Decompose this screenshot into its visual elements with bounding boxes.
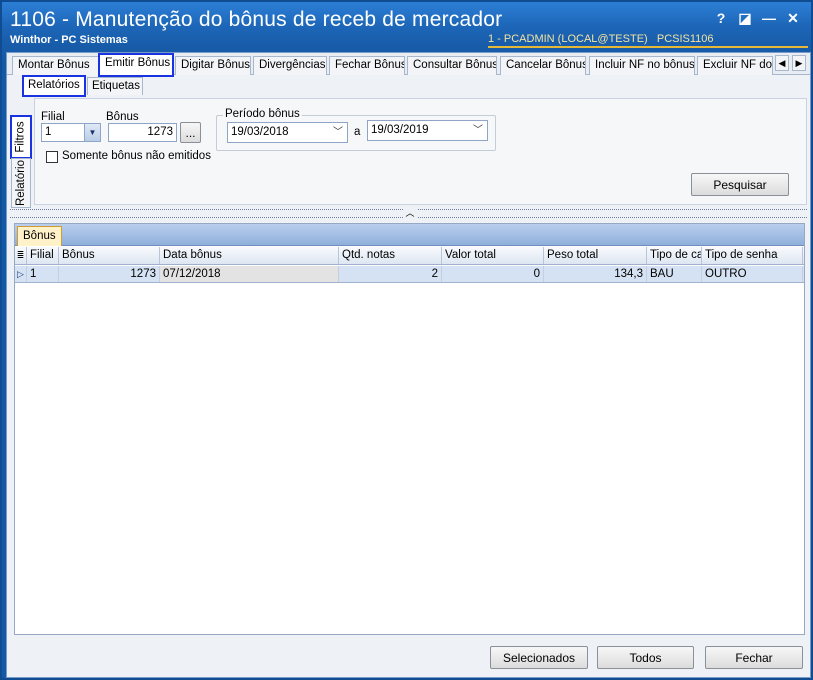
panel-splitter[interactable]: ︿ — [10, 208, 807, 218]
tab-emitir-bonus[interactable]: Emitir Bônus — [98, 53, 174, 77]
pesquisar-button[interactable]: Pesquisar — [691, 173, 789, 196]
cell-filial: 1 — [27, 266, 59, 282]
tab-divergencias[interactable]: Divergências — [253, 56, 327, 75]
date-from-value: 19/03/2018 — [231, 126, 289, 138]
date-from-input[interactable]: 19/03/2018 ﹀ — [227, 122, 348, 143]
vtab-filtros[interactable]: Filtros — [10, 115, 32, 159]
grid-header: ≣ Filial Bônus Data bônus Qtd. notas Val… — [15, 247, 804, 265]
filial-value: 1 — [45, 126, 52, 138]
col-filial[interactable]: Filial — [27, 247, 59, 264]
col-bonus[interactable]: Bônus — [59, 247, 160, 264]
cell-peso-total: 134,3 — [544, 266, 647, 282]
col-peso-total[interactable]: Peso total — [544, 247, 647, 264]
vtab-filtros-label: Filtros — [15, 121, 27, 153]
window-controls: ? ◪ — ✕ — [709, 8, 805, 28]
tab-scroll-left-icon[interactable]: ◀ — [775, 55, 789, 71]
date-separator: a — [354, 126, 361, 138]
tab-incluir-nf[interactable]: Incluir NF no bônus — [589, 56, 695, 75]
restore-button[interactable]: ◪ — [733, 8, 757, 28]
fechar-button[interactable]: Fechar — [705, 646, 803, 669]
app-window: 1106 - Manutenção do bônus de receb de m… — [0, 0, 813, 680]
vtab-relatorio-label: Relatório — [15, 159, 27, 207]
col-data-bonus[interactable]: Data bônus — [160, 247, 339, 264]
grid-tab-bonus[interactable]: Bônus — [17, 226, 62, 246]
program-code: PCSIS1106 — [656, 33, 714, 45]
window-title: 1106 - Manutenção do bônus de receb de m… — [10, 8, 503, 31]
chevron-down-icon[interactable]: ﹀ — [473, 121, 483, 140]
tab-consultar-bonus[interactable]: Consultar Bônus — [407, 56, 497, 75]
col-tipo-carga[interactable]: Tipo de ca — [647, 247, 702, 264]
tab-fechar-bonus[interactable]: Fechar Bônus — [329, 56, 405, 75]
col-tipo-senha[interactable]: Tipo de senha — [702, 247, 803, 264]
tab-cancelar-bonus[interactable]: Cancelar Bônus — [500, 56, 586, 75]
cell-bonus: 1273 — [59, 266, 160, 282]
cell-data-bonus: 07/12/2018 — [160, 266, 339, 282]
tab-scroll-right-icon[interactable]: ▶ — [792, 55, 806, 71]
filial-label: Filial — [41, 111, 65, 123]
filter-panel: Filial 1 ▼ Bônus 1273 ... Período bônus … — [34, 98, 807, 205]
window-subtitle: Winthor - PC Sistemas — [10, 34, 128, 46]
cell-qtd-notas: 2 — [339, 266, 442, 282]
close-button[interactable]: ✕ — [781, 8, 805, 28]
bonus-label: Bônus — [106, 111, 139, 123]
title-bar[interactable]: 1106 - Manutenção do bônus de receb de m… — [2, 2, 811, 50]
row-selector-icon[interactable]: ≣ — [15, 247, 27, 264]
date-to-input[interactable]: 19/03/2019 ﹀ — [367, 120, 488, 141]
client-area: Montar Bônus Emitir Bônus Digitar Bônus … — [6, 52, 811, 678]
somente-nao-emitidos-label: Somente bônus não emitidos — [62, 150, 211, 162]
somente-nao-emitidos-checkbox[interactable] — [46, 151, 58, 163]
bonus-lookup-button[interactable]: ... — [180, 122, 201, 143]
minimize-button[interactable]: — — [757, 8, 781, 28]
grid-tab-bar: Bônus — [15, 224, 804, 246]
cell-valor-total: 0 — [442, 266, 544, 282]
chevron-up-icon[interactable]: ︿ — [403, 208, 417, 218]
vtab-relatorio[interactable]: Relatório — [11, 158, 31, 208]
cell-tipo-senha: OUTRO — [702, 266, 803, 282]
filial-combo[interactable]: 1 ▼ — [41, 123, 101, 142]
chevron-down-icon[interactable]: ▼ — [84, 124, 100, 141]
tab-digitar-bonus[interactable]: Digitar Bônus — [175, 56, 251, 75]
bonus-input[interactable]: 1273 — [108, 123, 177, 142]
cell-tipo-carga: BAU — [647, 266, 702, 282]
help-button[interactable]: ? — [709, 8, 733, 28]
row-indicator-icon: ▷ — [15, 266, 27, 282]
tab-montar-bonus[interactable]: Montar Bônus — [12, 56, 99, 75]
footer-bar: Selecionados Todos Fechar — [7, 639, 810, 677]
col-qtd-notas[interactable]: Qtd. notas — [339, 247, 442, 264]
user-info-label: 1 - PCADMIN (LOCAL@TESTE) — [488, 33, 648, 45]
periodo-group: Período bônus 19/03/2018 ﹀ a 19/03/2019 … — [216, 108, 496, 151]
table-row[interactable]: ▷ 1 1273 07/12/2018 2 0 134,3 BAU OUTRO — [15, 266, 804, 283]
subtab-etiquetas[interactable]: Etiquetas — [87, 77, 143, 95]
subtab-relatorios[interactable]: Relatórios — [22, 75, 86, 97]
col-valor-total[interactable]: Valor total — [442, 247, 544, 264]
user-info: 1 - PCADMIN (LOCAL@TESTE) PCSIS1106 — [488, 33, 808, 48]
chevron-down-icon[interactable]: ﹀ — [333, 123, 343, 142]
date-to-value: 19/03/2019 — [371, 124, 429, 136]
main-tabs: Montar Bônus Emitir Bônus Digitar Bônus … — [7, 53, 810, 77]
periodo-label: Período bônus — [223, 108, 302, 120]
todos-button[interactable]: Todos — [597, 646, 694, 669]
bonus-grid: Bônus ≣ Filial Bônus Data bônus Qtd. not… — [14, 223, 805, 635]
tab-excluir-nf[interactable]: Excluir NF do bônus — [697, 56, 773, 75]
selecionados-button[interactable]: Selecionados — [490, 646, 588, 669]
